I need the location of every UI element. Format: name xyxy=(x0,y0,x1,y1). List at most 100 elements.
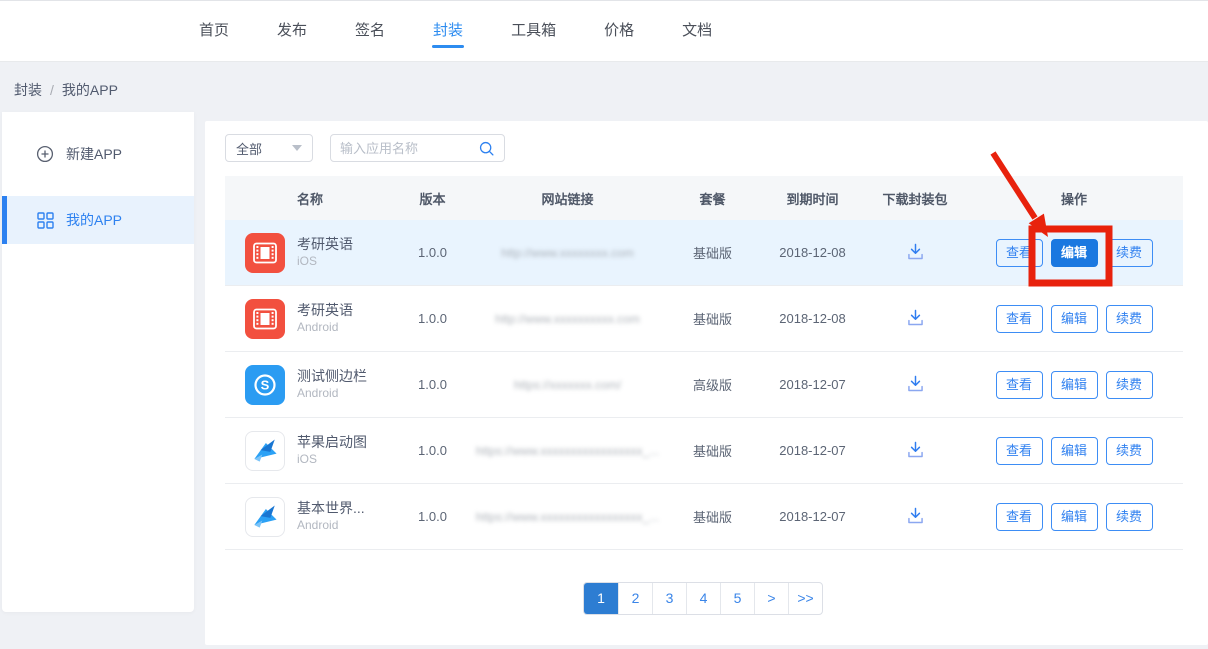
renew-button[interactable]: 续费 xyxy=(1106,239,1153,267)
nav-tab[interactable]: 签名 xyxy=(355,2,385,61)
table-row: 苹果启动图 iOS 1.0.0 https://www.xxxxxxxxxxxx… xyxy=(225,418,1183,484)
download-cell xyxy=(865,373,965,397)
pagination-button[interactable]: 4 xyxy=(686,583,720,614)
app-expiry-date: 2018-12-07 xyxy=(760,443,865,458)
table-header-row: 名称 版本 网站链接 套餐 到期时间 下载封装包 操作 xyxy=(225,176,1183,220)
pagination-button[interactable]: 5 xyxy=(720,583,754,614)
search-input[interactable] xyxy=(340,141,478,156)
app-name: 基本世界... xyxy=(297,500,365,517)
pagination-button[interactable]: >> xyxy=(788,583,822,614)
app-plan: 基础版 xyxy=(665,243,760,262)
app-name-cell: 考研英语 Android xyxy=(225,299,395,339)
app-name-cell: 苹果启动图 iOS xyxy=(225,431,395,471)
pagination-button[interactable]: 3 xyxy=(652,583,686,614)
col-header-url: 网站链接 xyxy=(470,189,665,208)
download-icon[interactable] xyxy=(905,505,926,529)
view-button[interactable]: 查看 xyxy=(996,305,1043,333)
col-header-actions: 操作 xyxy=(965,189,1183,208)
app-version: 1.0.0 xyxy=(395,245,470,260)
filter-bar: 全部 xyxy=(225,134,505,162)
app-url-cell: https://xxxxxxx.com/ xyxy=(470,377,665,392)
app-plan: 基础版 xyxy=(665,441,760,460)
edit-button[interactable]: 编辑 xyxy=(1051,305,1098,333)
actions-cell: 查看 编辑 续费 xyxy=(965,437,1183,465)
edit-button[interactable]: 编辑 xyxy=(1051,437,1098,465)
renew-button[interactable]: 续费 xyxy=(1106,437,1153,465)
pagination: 1 2 3 4 5 > >> xyxy=(583,582,823,615)
pagination-button[interactable]: 1 xyxy=(584,583,618,614)
sidebar-item-my-app[interactable]: 我的APP xyxy=(2,196,194,244)
view-button[interactable]: 查看 xyxy=(996,239,1043,267)
app-platform: Android xyxy=(297,319,353,336)
content-panel: 全部 名称 版本 网站链接 套餐 到期时间 下载封装包 操作 考研 xyxy=(205,121,1208,645)
renew-button[interactable]: 续费 xyxy=(1106,503,1153,531)
edit-button[interactable]: 编辑 xyxy=(1051,503,1098,531)
svg-text:S: S xyxy=(261,377,270,392)
app-url-cell: http://www.xxxxxxxx.com xyxy=(470,245,665,260)
app-url-blurred: https://xxxxxxx.com/ xyxy=(514,378,621,392)
edit-button[interactable]: 编辑 xyxy=(1051,371,1098,399)
filter-dropdown[interactable]: 全部 xyxy=(225,134,313,162)
app-expiry-date: 2018-12-08 xyxy=(760,245,865,260)
s-app-icon: S xyxy=(245,365,285,405)
edit-button[interactable]: 编辑 xyxy=(1051,239,1098,267)
search-icon[interactable] xyxy=(478,140,495,157)
download-icon[interactable] xyxy=(905,373,926,397)
download-cell xyxy=(865,307,965,331)
table-row: S 测试侧边栏 Android 1.0.0 https://xxxxxxx.co… xyxy=(225,352,1183,418)
download-icon[interactable] xyxy=(905,439,926,463)
sidebar-item-new-app[interactable]: 新建APP xyxy=(2,130,194,178)
main-nav: 首页 发布 签名 封装 工具箱 价格 文档 xyxy=(199,2,712,61)
nav-tab[interactable]: 首页 xyxy=(199,2,229,61)
col-header-version: 版本 xyxy=(395,189,470,208)
app-expiry-date: 2018-12-07 xyxy=(760,377,865,392)
download-icon[interactable] xyxy=(905,307,926,331)
nav-tab[interactable]: 工具箱 xyxy=(511,2,556,61)
breadcrumb-current-page: 我的APP xyxy=(62,80,118,100)
actions-cell: 查看 编辑 续费 xyxy=(965,503,1183,531)
col-header-plan: 套餐 xyxy=(665,189,760,208)
app-plan: 基础版 xyxy=(665,309,760,328)
app-name-cell: 考研英语 iOS xyxy=(225,233,395,273)
app-version: 1.0.0 xyxy=(395,443,470,458)
app-url-blurred: http://www.xxxxxxxxxx.com xyxy=(495,312,640,326)
bird-app-icon xyxy=(245,497,285,537)
breadcrumb-section[interactable]: 封装 xyxy=(14,80,42,100)
download-cell xyxy=(865,439,965,463)
app-platform: iOS xyxy=(297,253,353,270)
view-button[interactable]: 查看 xyxy=(996,503,1043,531)
view-button[interactable]: 查看 xyxy=(996,437,1043,465)
renew-button[interactable]: 续费 xyxy=(1106,305,1153,333)
app-name: 考研英语 xyxy=(297,236,353,253)
top-navigation-bar: 首页 发布 签名 封装 工具箱 价格 文档 xyxy=(0,0,1208,62)
app-name-cell: S 测试侧边栏 Android xyxy=(225,365,395,405)
app-name: 测试侧边栏 xyxy=(297,368,367,385)
view-button[interactable]: 查看 xyxy=(996,371,1043,399)
nav-tab[interactable]: 价格 xyxy=(604,2,634,61)
renew-button[interactable]: 续费 xyxy=(1106,371,1153,399)
grid-icon xyxy=(36,211,54,229)
table-row: 考研英语 Android 1.0.0 http://www.xxxxxxxxxx… xyxy=(225,286,1183,352)
pagination-button[interactable]: 2 xyxy=(618,583,652,614)
app-platform: Android xyxy=(297,385,367,402)
app-table: 名称 版本 网站链接 套餐 到期时间 下载封装包 操作 考研英语 iOS 1.0… xyxy=(225,176,1183,550)
pagination-button[interactable]: > xyxy=(754,583,788,614)
app-plan: 高级版 xyxy=(665,375,760,394)
nav-tab[interactable]: 发布 xyxy=(277,2,307,61)
app-name-cell: 基本世界... Android xyxy=(225,497,395,537)
download-icon[interactable] xyxy=(905,241,926,265)
app-version: 1.0.0 xyxy=(395,311,470,326)
col-header-download: 下载封装包 xyxy=(865,189,965,208)
plus-circle-icon xyxy=(36,145,54,163)
nav-tab[interactable]: 封装 xyxy=(433,2,463,61)
sidebar-item-label: 我的APP xyxy=(66,210,122,230)
app-platform: iOS xyxy=(297,451,367,468)
col-header-name: 名称 xyxy=(225,189,395,208)
sidebar-item-label: 新建APP xyxy=(66,144,122,164)
app-expiry-date: 2018-12-07 xyxy=(760,509,865,524)
breadcrumb-separator: / xyxy=(50,82,54,98)
breadcrumb: 封装 / 我的APP xyxy=(14,80,118,100)
table-row: 基本世界... Android 1.0.0 https://www.xxxxxx… xyxy=(225,484,1183,550)
nav-tab[interactable]: 文档 xyxy=(682,2,712,61)
app-url-blurred: https://www.xxxxxxxxxxxxxxxxx_... xyxy=(476,510,659,524)
